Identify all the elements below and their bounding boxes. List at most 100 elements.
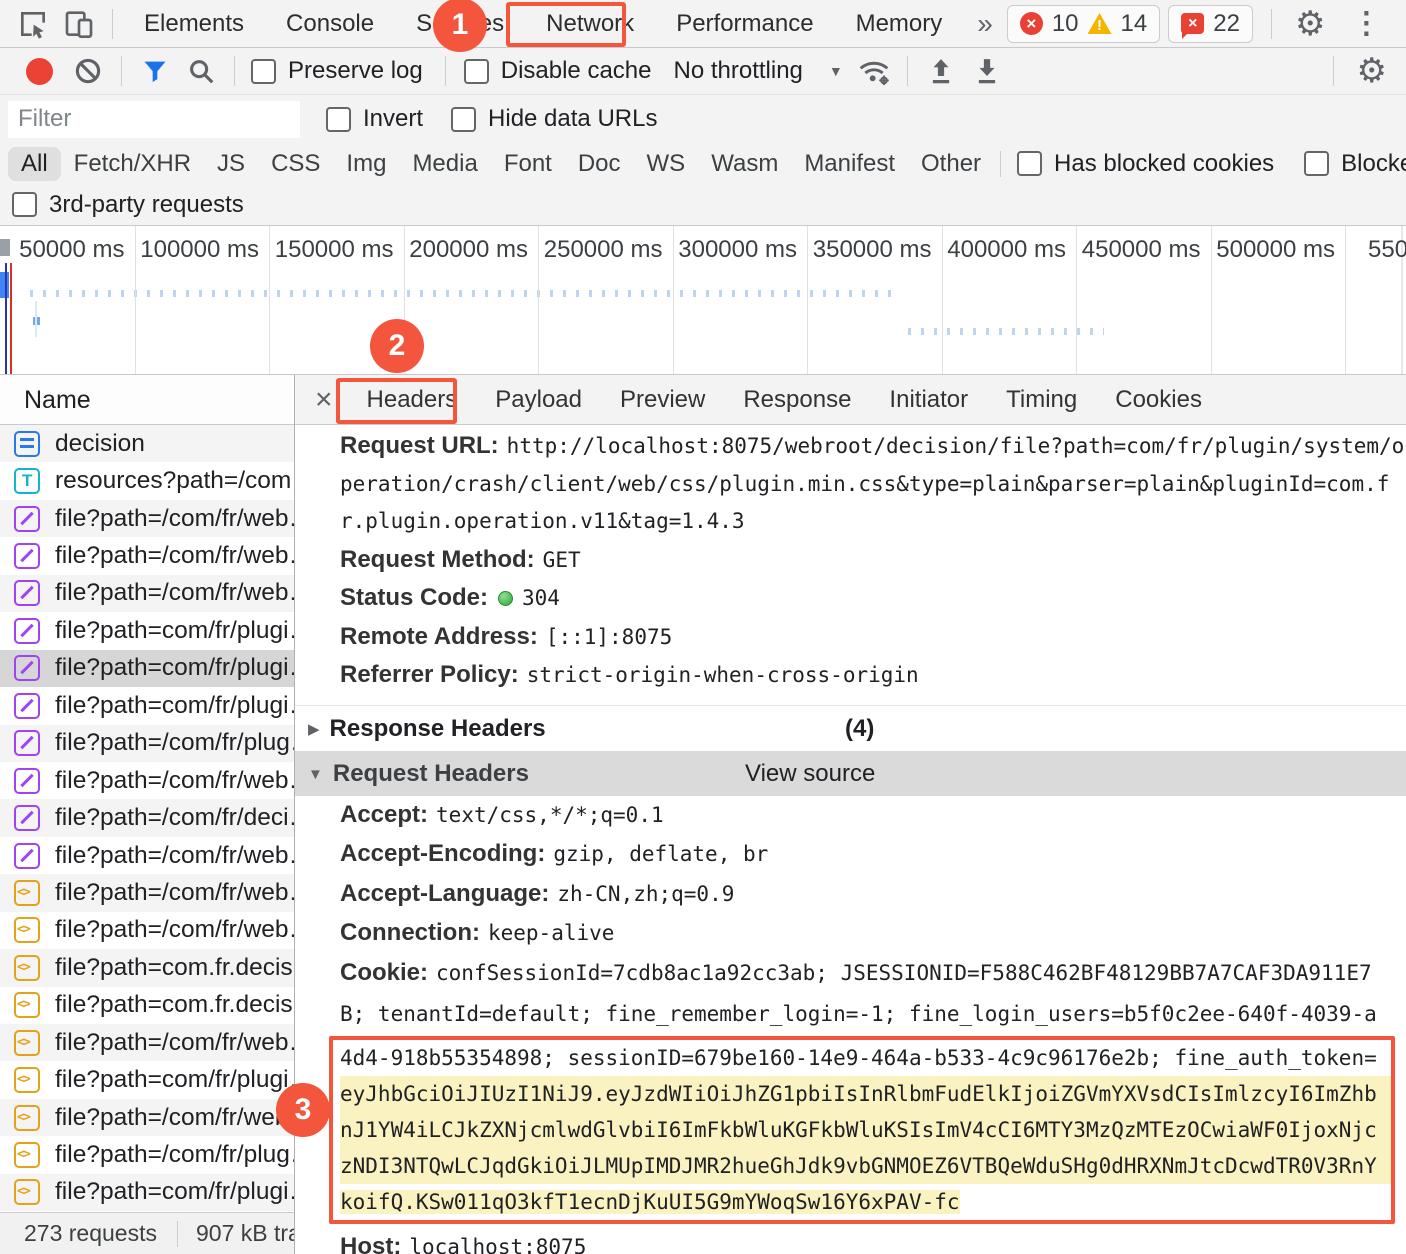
table-row[interactable]: file?path=com/fr/plugi… <box>0 1173 294 1212</box>
table-row[interactable]: file?path=/com/fr/plug… <box>0 1136 294 1173</box>
search-icon[interactable] <box>178 50 224 92</box>
table-row[interactable]: file?path=/com/fr/web… <box>0 1098 294 1137</box>
table-row[interactable]: file?path=/com/fr/web… <box>0 874 294 912</box>
annotation-step-3: 3 <box>276 1083 330 1137</box>
table-row[interactable]: file?path=/com/fr/web… <box>0 762 294 799</box>
table-row[interactable]: file?path=/com/fr/web… <box>0 537 294 574</box>
resource-chip[interactable]: Fetch/XHR <box>61 147 204 181</box>
clear-icon[interactable] <box>65 50 111 92</box>
details-tab[interactable]: Initiator <box>870 375 987 425</box>
panel-tab[interactable]: Elements <box>123 0 265 48</box>
timeline-tick-label: 250000 ms <box>543 236 663 263</box>
table-row[interactable]: file?path=com/fr/plugi… <box>0 612 294 649</box>
request-count: 273 requests <box>24 1220 157 1246</box>
request-details-panel: × Headers Payload Preview Response Initi… <box>295 375 1406 1254</box>
details-tab[interactable]: Timing <box>987 375 1096 425</box>
filter-input[interactable] <box>8 100 300 138</box>
request-headers-section[interactable]: ▼ Request Headers View source <box>295 750 1406 796</box>
devtools-window: Elements Console Sources Network Perform… <box>0 0 1406 1254</box>
resource-chip[interactable]: Media <box>399 147 490 181</box>
annotation-box-network-tab <box>506 2 626 47</box>
resource-chip[interactable]: Manifest <box>791 147 908 181</box>
third-party-checkbox[interactable]: 3rd-party requests <box>12 191 244 219</box>
table-row[interactable]: file?path=com/fr/plugi… <box>0 687 294 724</box>
table-row[interactable]: file?path=/com/fr/plug… <box>0 724 294 762</box>
has-blocked-cookies-checkbox[interactable]: Has blocked cookies <box>1017 150 1274 178</box>
details-tab[interactable]: Payload <box>476 375 601 425</box>
table-row[interactable]: file?path=/com/fr/web… <box>0 1024 294 1062</box>
request-header-field: Accept-Language: zh-CN,zh;q=0.9 <box>340 875 1406 915</box>
export-har-icon[interactable] <box>964 50 1010 92</box>
details-tab[interactable]: Response <box>724 375 870 425</box>
panel-tab[interactable]: Memory <box>835 0 964 48</box>
table-row[interactable]: file?path=/com/fr/deci… <box>0 799 294 837</box>
blocked-requests-checkbox[interactable]: Blocked Requests <box>1304 150 1406 178</box>
inspect-element-icon[interactable] <box>10 3 56 45</box>
disable-cache-label: Disable cache <box>500 57 652 84</box>
checkbox <box>12 192 37 217</box>
view-source-link[interactable]: View source <box>745 751 875 796</box>
request-name: file?path=/com/fr/web… <box>55 916 294 944</box>
resource-chip[interactable]: WS <box>634 147 699 181</box>
issues-icon: × <box>1181 13 1205 39</box>
network-settings-gear-icon[interactable]: ⚙ <box>1344 48 1400 95</box>
invert-checkbox[interactable]: Invert <box>326 105 423 133</box>
table-row[interactable]: file?path=com.fr.decis… <box>0 987 294 1024</box>
import-har-icon[interactable] <box>918 50 964 92</box>
filter-funnel-icon[interactable] <box>132 50 178 92</box>
issues-summary[interactable]: × 22 <box>1168 4 1253 43</box>
throttling-select[interactable]: No throttling ▼ <box>673 57 842 85</box>
network-main: Name decision resources?path=/com… f <box>0 375 1406 1254</box>
table-row[interactable]: file?path=/com/fr/web… <box>0 837 294 874</box>
request-dashes <box>30 290 896 297</box>
device-toolbar-icon[interactable] <box>56 3 102 45</box>
table-row[interactable]: file?path=/com/fr/web… <box>0 499 294 538</box>
file-type-icon <box>14 842 40 869</box>
more-tabs-chevron-icon[interactable]: » <box>963 8 1007 40</box>
file-type-icon <box>14 468 40 495</box>
resource-chip[interactable]: CSS <box>258 147 333 181</box>
header-field-label: Accept: <box>340 800 429 828</box>
timeline-overview[interactable]: 50000 ms 100000 ms 150000 ms 200000 ms 25000… <box>0 226 1406 375</box>
request-name: file?path=com/fr/plugi… <box>55 1066 294 1094</box>
table-row[interactable]: file?path=com/fr/plugi… <box>0 1061 294 1098</box>
highlighted-token-line: koifQ.KSw011qO3kfT1ecnDjKuUI5G9mYWoqSw16… <box>340 1189 960 1214</box>
table-row[interactable]: decision <box>0 425 294 463</box>
table-row[interactable]: file?path=/com/fr/web… <box>0 912 294 949</box>
name-column-header[interactable]: Name <box>0 375 294 425</box>
summary-bar: 273 requests 907 kB tran <box>0 1212 294 1254</box>
table-row[interactable]: file?path=/com/fr/web… <box>0 574 294 613</box>
resource-chip[interactable]: Wasm <box>698 147 791 181</box>
details-tab[interactable]: Preview <box>601 375 724 425</box>
request-name: file?path=/com/fr/web… <box>55 504 294 532</box>
resource-chip[interactable]: Other <box>908 147 994 181</box>
request-name: file?path=com/fr/plugi… <box>55 1178 294 1206</box>
panel-tab[interactable]: Console <box>265 0 395 48</box>
cookie-line: Cookie: confSessionId=7cdb8ac1a92cc3ab; J… <box>340 954 1406 996</box>
network-conditions-icon[interactable] <box>851 50 897 92</box>
console-summary[interactable]: × 10 14 <box>1006 4 1161 43</box>
preserve-log-checkbox[interactable]: Preserve log <box>251 57 423 85</box>
disable-cache-checkbox[interactable]: Disable cache <box>463 57 652 85</box>
table-row[interactable]: file?path=com.fr.decis… <box>0 949 294 987</box>
record-button[interactable] <box>26 57 53 85</box>
close-devtools-icon[interactable]: × <box>1394 0 1406 48</box>
response-headers-section[interactable]: ▶ Response Headers (4) <box>295 706 1406 751</box>
panel-tab[interactable]: Performance <box>655 0 834 48</box>
more-options-icon[interactable]: ⋮ <box>1338 0 1394 48</box>
header-field-label: Accept-Language: <box>340 879 550 907</box>
file-type-icon <box>14 617 40 644</box>
file-type-icon <box>14 1179 40 1206</box>
warning-icon <box>1088 13 1112 34</box>
settings-gear-icon[interactable]: ⚙ <box>1282 0 1338 48</box>
resource-chip[interactable]: All <box>8 146 61 181</box>
resource-type-filter: All Fetch/XHR JS CSS Img Media Font Doc … <box>0 143 1406 184</box>
details-tab[interactable]: Cookies <box>1096 375 1221 425</box>
resource-chip[interactable]: Doc <box>565 147 634 181</box>
hide-data-urls-checkbox[interactable]: Hide data URLs <box>451 105 657 133</box>
table-row[interactable]: file?path=com/fr/plugi… <box>0 649 294 688</box>
table-row[interactable]: resources?path=/com… <box>0 462 294 499</box>
resource-chip[interactable]: Font <box>491 147 565 181</box>
resource-chip[interactable]: JS <box>204 147 258 181</box>
resource-chip[interactable]: Img <box>333 147 399 181</box>
